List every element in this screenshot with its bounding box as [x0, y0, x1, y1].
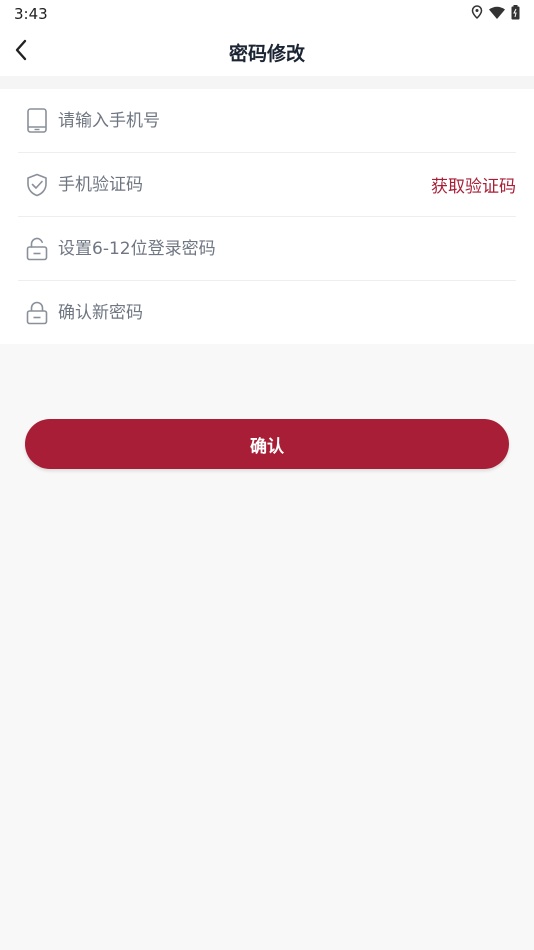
code-row: 获取验证码: [18, 153, 516, 217]
status-time: 3:43: [14, 5, 48, 23]
phone-input[interactable]: [58, 89, 516, 152]
page-title: 密码修改: [228, 42, 305, 65]
wifi-icon: [489, 5, 505, 23]
verification-code-input[interactable]: [58, 153, 431, 216]
back-button[interactable]: [14, 34, 54, 70]
get-code-button[interactable]: 获取验证码: [431, 172, 516, 197]
new-password-input[interactable]: [58, 217, 516, 280]
lock-icon: [26, 300, 48, 326]
confirm-password-input[interactable]: [58, 281, 516, 345]
phone-icon: [26, 108, 48, 134]
new-password-row: [18, 217, 516, 281]
unlock-icon: [26, 236, 48, 262]
status-icons: [471, 4, 520, 24]
password-form: 获取验证码: [0, 89, 534, 345]
shield-check-icon: [26, 172, 48, 198]
phone-row: [18, 89, 516, 153]
nav-bar: 密码修改: [0, 28, 534, 76]
battery-icon: [511, 4, 520, 24]
divider-strip: [0, 76, 534, 89]
confirm-button[interactable]: 确认: [25, 419, 509, 469]
status-bar: 3:43: [0, 0, 534, 28]
location-icon: [471, 5, 483, 23]
confirm-password-row: [18, 281, 516, 345]
chevron-left-icon: [14, 39, 28, 65]
